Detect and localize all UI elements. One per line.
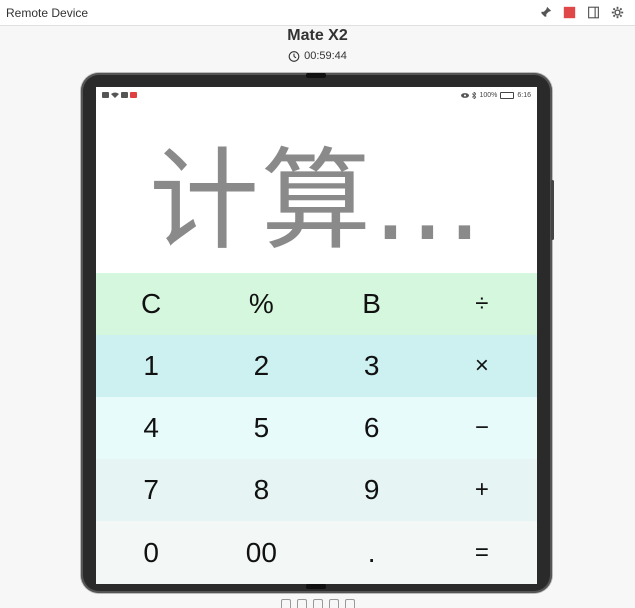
- digit-6-button[interactable]: 6: [317, 397, 427, 459]
- equals-button[interactable]: =: [427, 521, 537, 584]
- panel-icon[interactable]: [585, 5, 601, 21]
- eye-icon: [461, 92, 470, 98]
- timer-icon: [288, 51, 300, 62]
- status-bar: 100% 6:16: [96, 87, 537, 103]
- rotate-icon[interactable]: [280, 599, 291, 608]
- digit-2-button[interactable]: 2: [206, 335, 316, 397]
- fold-icon[interactable]: [296, 599, 307, 608]
- device-name: Mate X2: [287, 27, 348, 44]
- device-screen: 100% 6:16 计算... C % B ÷ 1 2 3 × 4 5 6 − …: [96, 87, 537, 584]
- gear-icon[interactable]: [609, 5, 625, 21]
- message-icon: [121, 92, 128, 98]
- keypad-row: 4 5 6 −: [96, 397, 537, 459]
- percent-button[interactable]: %: [206, 273, 316, 335]
- title-bar: Remote Device: [0, 0, 635, 26]
- keypad-row: C % B ÷: [96, 273, 537, 335]
- hinge-bottom: [306, 584, 326, 589]
- pin-icon[interactable]: [537, 5, 553, 21]
- digit-1-button[interactable]: 1: [96, 335, 206, 397]
- timer-value: 00:59:44: [304, 50, 347, 62]
- battery-percent: 100%: [479, 91, 498, 99]
- calculator-display: 计算...: [96, 103, 537, 273]
- divide-button[interactable]: ÷: [427, 273, 537, 335]
- subtract-button[interactable]: −: [427, 397, 537, 459]
- remote-device-window: Remote Device Mate X2 00:59:44 100% 6:16…: [0, 0, 635, 608]
- battery-icon: [500, 91, 515, 99]
- digit-7-button[interactable]: 7: [96, 459, 206, 521]
- keypad-row: 0 00 . =: [96, 521, 537, 584]
- clear-button[interactable]: C: [96, 273, 206, 335]
- keypad: C % B ÷ 1 2 3 × 4 5 6 − 7 8 9 + 0 00 . =: [96, 273, 537, 584]
- display-text: 计算...: [149, 137, 484, 265]
- multiply-button[interactable]: ×: [427, 335, 537, 397]
- app-notification-icon: [130, 92, 137, 98]
- backspace-button[interactable]: B: [317, 273, 427, 335]
- window-tools: [537, 5, 625, 21]
- bluetooth-icon: [472, 91, 477, 99]
- status-time: 6:16: [517, 91, 531, 99]
- home-icon[interactable]: [312, 599, 323, 608]
- keypad-row: 7 8 9 +: [96, 459, 537, 521]
- add-button[interactable]: +: [427, 459, 537, 521]
- decimal-button[interactable]: .: [317, 521, 427, 584]
- digit-3-button[interactable]: 3: [317, 335, 427, 397]
- digit-0-button[interactable]: 0: [96, 521, 206, 584]
- recent-icon[interactable]: [344, 599, 355, 608]
- digit-4-button[interactable]: 4: [96, 397, 206, 459]
- digit-8-button[interactable]: 8: [206, 459, 316, 521]
- hinge-top: [306, 73, 326, 78]
- double-zero-button[interactable]: 00: [206, 521, 316, 584]
- wifi-icon: [111, 92, 119, 98]
- back-icon[interactable]: [328, 599, 339, 608]
- record-icon[interactable]: [561, 5, 577, 21]
- digit-9-button[interactable]: 9: [317, 459, 427, 521]
- session-timer: 00:59:44: [0, 50, 635, 62]
- notification-icon: [102, 92, 109, 98]
- keypad-row: 1 2 3 ×: [96, 335, 537, 397]
- bottom-toolbar: [0, 599, 635, 608]
- window-title: Remote Device: [6, 5, 89, 20]
- side-button: [551, 180, 554, 240]
- digit-5-button[interactable]: 5: [206, 397, 316, 459]
